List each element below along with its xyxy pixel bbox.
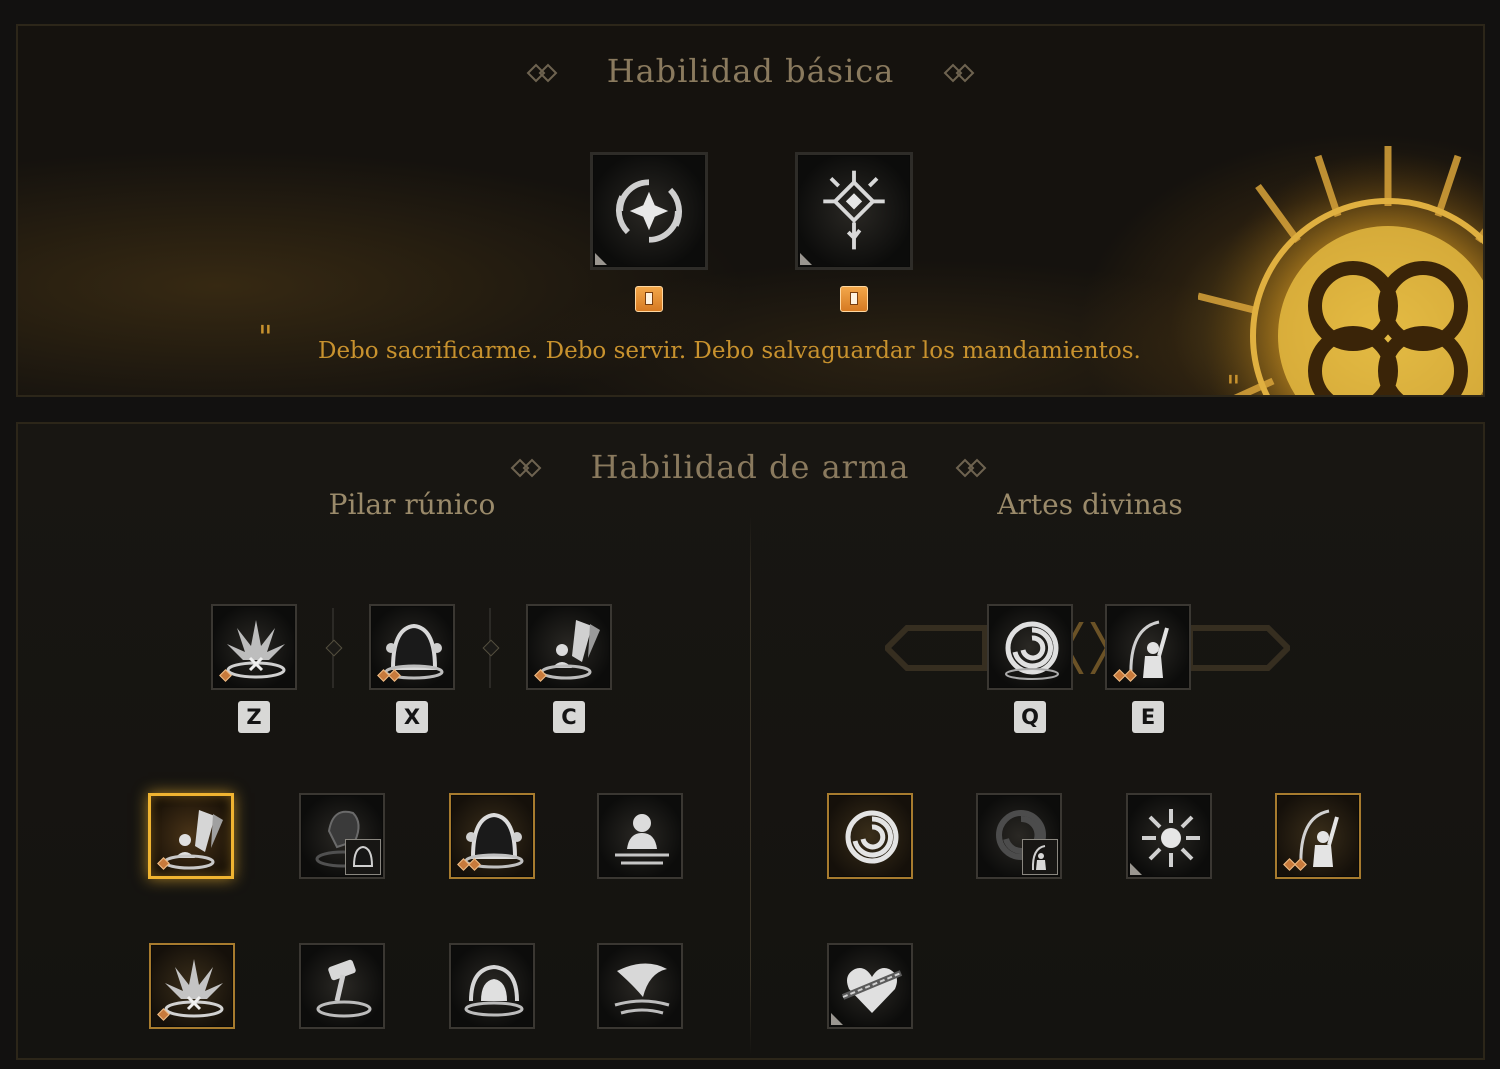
skill-level-pips [457, 858, 481, 871]
slot-corner-marker [800, 253, 812, 265]
chained-heart-icon [841, 968, 903, 1013]
skill-level-pips [1283, 858, 1307, 871]
vortex-star-icon [616, 179, 682, 243]
divine-arts-title: Artes divinas [997, 488, 1183, 521]
title-right-ornament-icon [943, 63, 975, 83]
key-badge-z: Z [238, 701, 270, 733]
swirl-vortex-icon [845, 810, 899, 864]
linked-skill-badge [1022, 839, 1058, 875]
hammer-strike-icon [316, 959, 372, 1018]
skill-level-pips [534, 669, 547, 682]
equipped-skill-c[interactable] [526, 604, 612, 690]
raised-arm-figure-icon [1031, 845, 1046, 871]
equipped-skill-q[interactable] [987, 604, 1073, 690]
slot-corner-marker [595, 253, 607, 265]
wave-slash-icon [614, 963, 670, 1015]
basic-skill-2-lock-badge [840, 286, 868, 312]
skill-level-pips [377, 669, 401, 682]
key-badge-q: Q [1014, 701, 1046, 733]
runic-skill-hammer[interactable] [299, 943, 385, 1029]
runic-skill-dome-shield[interactable] [449, 793, 535, 879]
equipped-skill-x[interactable] [369, 604, 455, 690]
weapon-title-right-ornament-icon [955, 458, 987, 478]
column-divider [750, 515, 751, 1055]
divine-skill-chained-heart[interactable] [827, 943, 913, 1029]
quote-open-mark: " [258, 318, 273, 356]
basic-skill-title: Habilidad básica [606, 52, 895, 90]
basic-skill-slot-1[interactable] [590, 152, 708, 270]
skill-level-pips [157, 857, 170, 870]
runic-skill-wave-slash[interactable] [597, 943, 683, 1029]
key-badge-x: X [396, 701, 428, 733]
runic-skill-bust[interactable] [597, 793, 683, 879]
runic-skill-pillar-figure[interactable] [148, 793, 234, 879]
runic-skill-spike-burst[interactable] [149, 943, 235, 1029]
golden-sun-emblem-icon [1198, 146, 1483, 395]
basic-skill-panel: Habilidad básica " Debo sacrificarme. De… [16, 24, 1485, 397]
quote-close-mark: " [1226, 368, 1241, 397]
runic-pillar-title: Pilar rúnico [328, 488, 496, 521]
divine-arts-ornament-band-icon [885, 622, 1290, 674]
linked-skill-badge [345, 839, 381, 875]
rune-crystal-icon [823, 170, 885, 250]
equipped-skill-z[interactable] [211, 604, 297, 690]
basic-skill-1-lock-badge [635, 286, 663, 312]
divine-skill-raised-arm[interactable] [1275, 793, 1361, 879]
runic-skill-fist-dome[interactable] [299, 793, 385, 879]
shockwave-dome-icon [464, 964, 524, 1017]
skill-level-pips [1113, 669, 1137, 682]
key-badge-e: E [1132, 701, 1164, 733]
divine-skill-dark-swirl[interactable] [976, 793, 1062, 879]
basic-skill-quote: Debo sacrificarme. Debo servir. Debo sal… [318, 338, 1141, 364]
runic-skill-shockwave-dome[interactable] [449, 943, 535, 1029]
divine-skill-radiant-eye[interactable] [1126, 793, 1212, 879]
swirl-vortex-icon [1005, 621, 1059, 680]
basic-skill-slot-2[interactable] [795, 152, 913, 270]
skill-level-pips [157, 1008, 170, 1021]
slot-corner-marker [831, 1013, 843, 1025]
dome-shield-icon [352, 845, 374, 867]
key-badge-c: C [553, 701, 585, 733]
equipped-skill-e[interactable] [1105, 604, 1191, 690]
divine-skill-swirl[interactable] [827, 793, 913, 879]
skill-level-pips [219, 669, 232, 682]
statue-bust-icon [615, 814, 669, 865]
radiant-sun-icon [1142, 809, 1200, 867]
slot-corner-marker [1130, 863, 1142, 875]
weapon-skill-title: Habilidad de arma [590, 448, 910, 486]
